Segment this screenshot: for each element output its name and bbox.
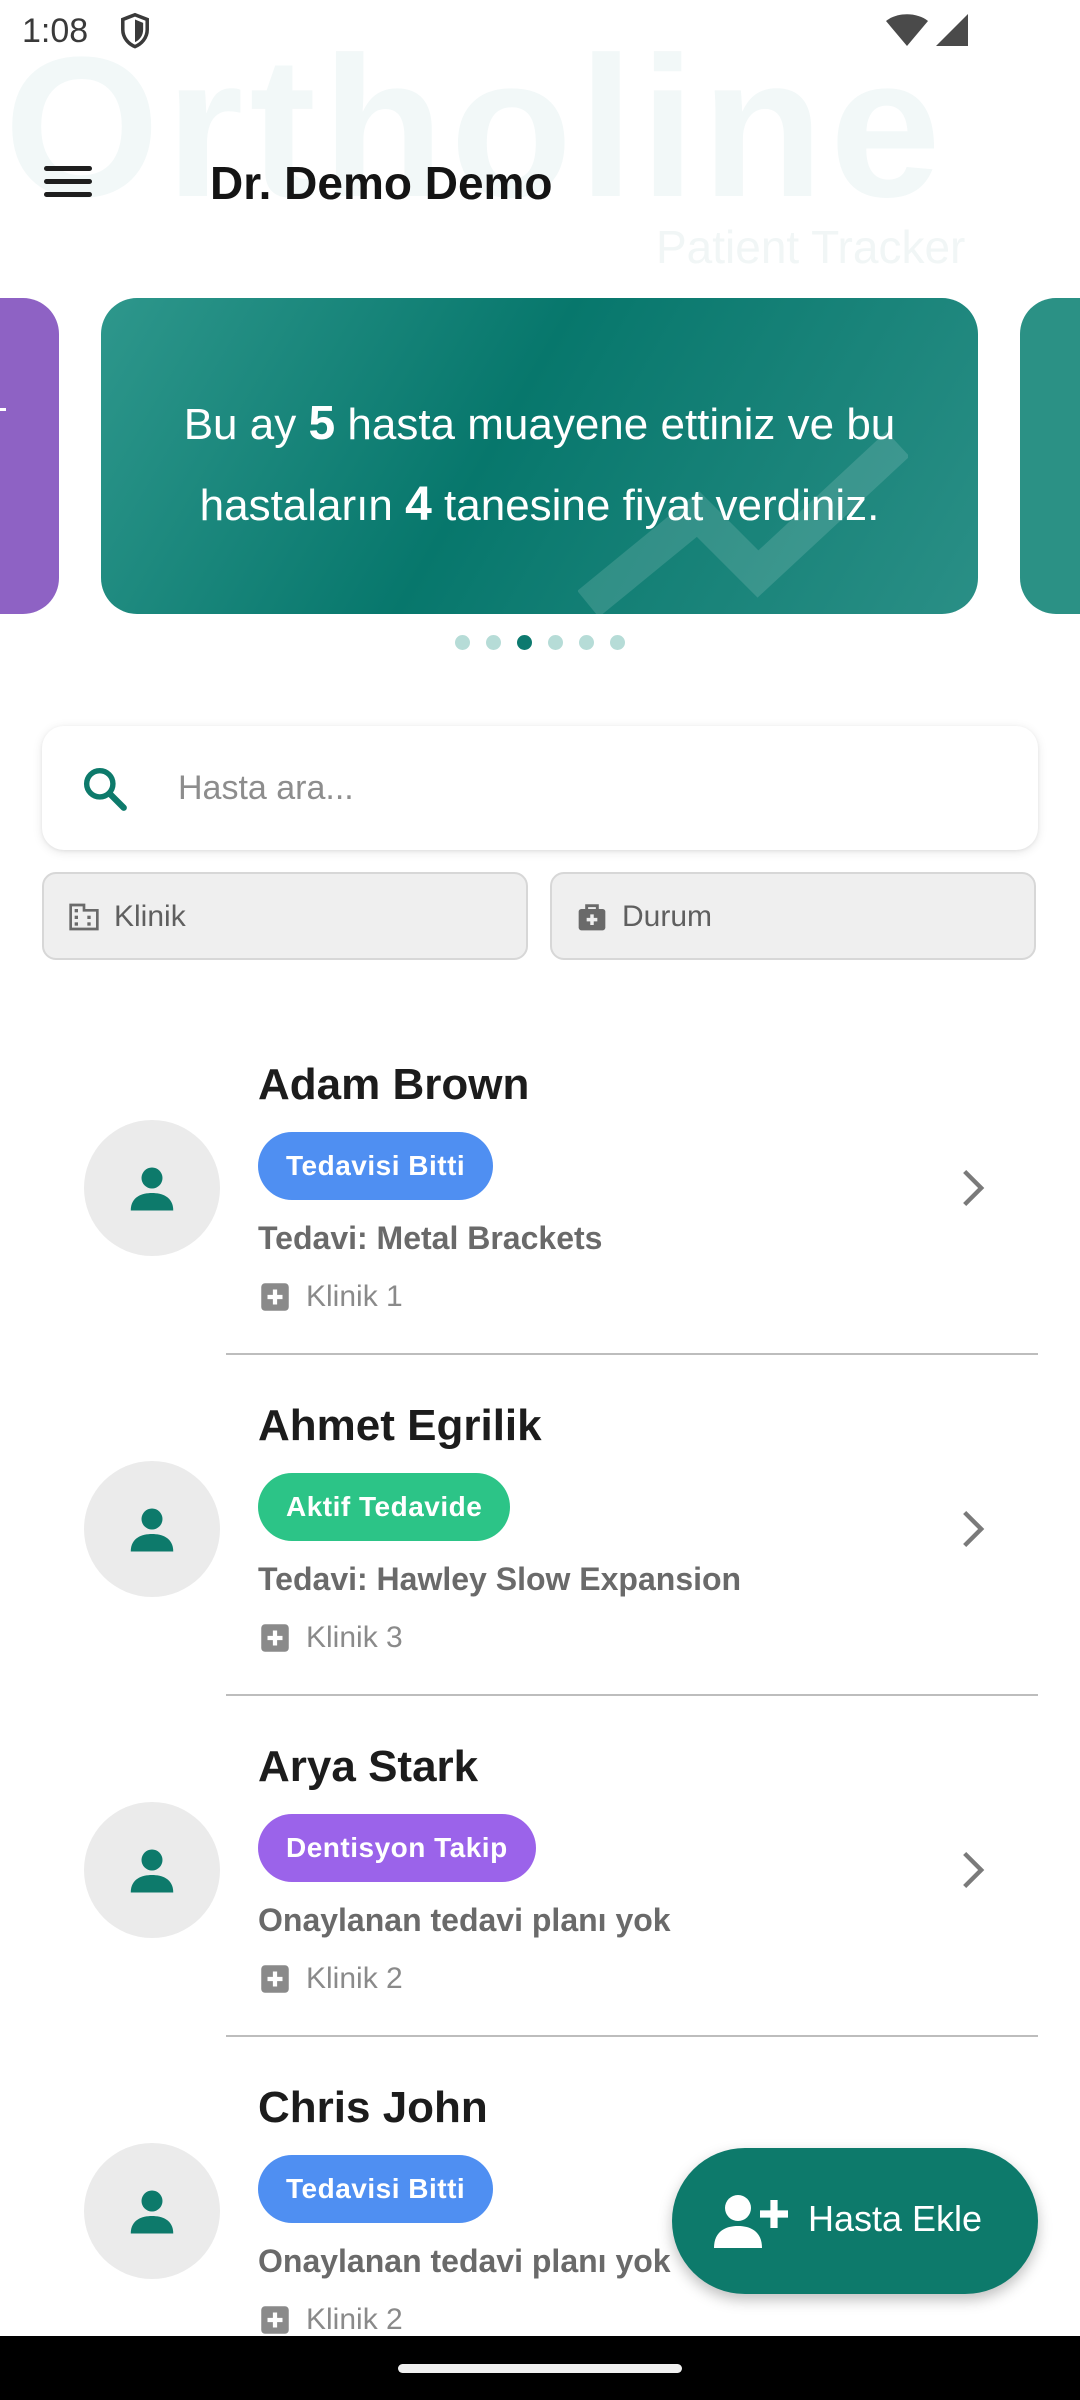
chevron-right-icon [963, 1169, 985, 1207]
building-icon [69, 903, 99, 931]
person-add-icon [714, 2195, 788, 2248]
treatment-text: Tedavi: Hawley Slow Expansion [258, 1561, 742, 1597]
treatment-text: Tedavi: Metal Brackets [258, 1220, 603, 1256]
carousel-indicator [0, 634, 1080, 654]
menu-icon[interactable] [44, 158, 102, 206]
briefcase-medical-icon [578, 904, 606, 931]
priced-count: 4 [405, 478, 432, 531]
banner-text: Bu ay 5 hasta muayene ettiniz ve bu hast… [183, 397, 896, 531]
medical-cross-icon [261, 2306, 289, 2334]
durum-filter-button[interactable]: Durum [550, 872, 1036, 960]
person-icon [130, 1508, 174, 1552]
patient-list-item[interactable]: Arya Stark Dentisyon Takip Onaylanan ted… [0, 1712, 1080, 2053]
treatment-text: Onaylanan tedavi planı yok [258, 2243, 671, 2279]
carousel-dot[interactable] [579, 635, 594, 651]
carousel-dot[interactable] [455, 635, 470, 651]
clinic-name: Klinik 2 [306, 1962, 403, 1995]
medical-cross-icon [261, 1624, 289, 1652]
medical-cross-icon [261, 1965, 289, 1993]
avatar [84, 1120, 220, 1256]
avatar [84, 1802, 220, 1938]
carousel-dot-active[interactable] [517, 635, 532, 651]
clinic-name: Klinik 2 [306, 2303, 403, 2336]
carousel-dot[interactable] [610, 635, 625, 651]
search-input[interactable] [178, 750, 998, 826]
patient-list-item[interactable]: Ahmet Egrilik Aktif Tedavide Tedavi: Haw… [0, 1371, 1080, 1712]
system-navigation-bar [0, 2336, 1080, 2400]
divider [226, 1353, 1038, 1355]
status-badge: Dentisyon Takip [258, 1814, 536, 1882]
treatment-text: Onaylanan tedavi planı yok [258, 1902, 671, 1938]
patient-list-item[interactable]: Adam Brown Tedavisi Bitti Tedavi: Metal … [0, 1030, 1080, 1371]
clinic-name: Klinik 3 [306, 1621, 403, 1654]
carousel-card-current[interactable]: Bu ay 5 hasta muayene ettiniz ve bu hast… [101, 298, 978, 614]
carousel-dot[interactable] [486, 635, 501, 651]
patient-name: Chris John [258, 2083, 488, 2132]
status-time: 1:08 [22, 12, 89, 50]
add-patient-label: Hasta Ekle [808, 2198, 983, 2239]
search-box [42, 726, 1038, 850]
home-gesture-handle[interactable] [398, 2364, 682, 2373]
clinic-name: Klinik 1 [306, 1280, 403, 1313]
chevron-right-icon [963, 1851, 985, 1889]
person-icon [130, 1849, 174, 1893]
person-icon [130, 2190, 174, 2234]
shield-icon [121, 12, 149, 49]
divider [226, 2035, 1038, 2037]
search-icon [83, 767, 127, 811]
chevron-right-icon [963, 1510, 985, 1548]
divider [226, 1694, 1038, 1696]
klinik-filter-button[interactable]: Klinik [42, 872, 528, 960]
page-title: Dr. Demo Demo [210, 157, 553, 209]
carousel-dot[interactable] [548, 635, 563, 651]
add-patient-button[interactable]: Hasta Ekle [672, 2148, 1038, 2294]
klinik-filter-label: Klinik [114, 900, 186, 933]
wifi-icon [886, 14, 928, 46]
durum-filter-label: Durum [622, 900, 713, 933]
patient-name: Arya Stark [258, 1742, 479, 1791]
status-badge: Tedavisi Bitti [258, 2155, 494, 2223]
avatar [84, 2143, 220, 2279]
carousel-card-previous[interactable] [0, 298, 59, 614]
stats-carousel[interactable]: Bu ay 5 hasta muayene ettiniz ve bu hast… [0, 298, 1080, 614]
avatar [84, 1461, 220, 1597]
status-bar: 1:08 [0, 0, 1080, 62]
app-bar: Dr. Demo Demo [0, 140, 1080, 224]
person-icon [130, 1167, 174, 1211]
medical-cross-icon [261, 1283, 289, 1311]
carousel-card-next[interactable] [1020, 298, 1080, 614]
status-badge: Aktif Tedavide [258, 1473, 511, 1541]
watermark-tagline: Patient Tracker [656, 221, 966, 273]
examined-count: 5 [308, 397, 336, 450]
patient-name: Adam Brown [258, 1060, 530, 1109]
patient-name: Ahmet Egrilik [258, 1401, 542, 1450]
signal-icon [936, 14, 968, 46]
status-badge: Tedavisi Bitti [258, 1132, 494, 1200]
